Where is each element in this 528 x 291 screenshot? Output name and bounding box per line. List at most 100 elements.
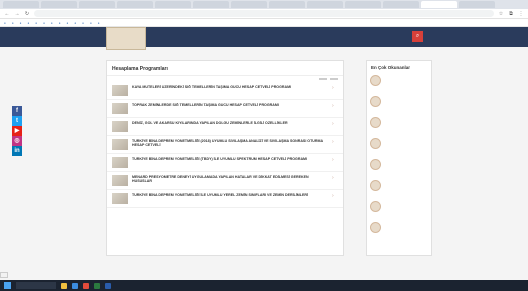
avatar bbox=[370, 138, 381, 149]
address-bar-row: ← → ↻ ☆ ⧉ ⋮ bbox=[0, 9, 528, 19]
item-title[interactable]: KAYA MÜTELERİ ÜZERİNDEKİ SIĞ TEMELLERİN … bbox=[132, 85, 328, 89]
avatar bbox=[370, 75, 381, 86]
item-thumbnail bbox=[112, 121, 128, 132]
word-icon[interactable] bbox=[105, 282, 111, 289]
browser-tab-strip bbox=[0, 0, 528, 9]
browser-tab[interactable] bbox=[41, 1, 77, 8]
bookmark-item[interactable] bbox=[98, 21, 101, 25]
most-read-item[interactable] bbox=[367, 94, 431, 115]
most-read-title: En Çok Okunanlar bbox=[371, 65, 411, 70]
item-thumbnail bbox=[112, 85, 128, 96]
chevron-right-icon: › bbox=[332, 121, 334, 127]
browser-tab[interactable] bbox=[421, 1, 457, 8]
site-logo[interactable] bbox=[106, 27, 146, 50]
bookmark-item[interactable] bbox=[51, 21, 54, 25]
bookmark-item[interactable] bbox=[27, 21, 30, 25]
list-item[interactable]: TÜRKİYE BİNA DEPREM YÖNETMELİĞİ (2018) U… bbox=[107, 136, 343, 154]
browser-tab[interactable] bbox=[345, 1, 381, 8]
browser-tab[interactable] bbox=[383, 1, 419, 8]
item-title[interactable]: TÜRKİYE BİNA DEPREM YÖNETMELİĞİ (TBDY) İ… bbox=[132, 157, 328, 161]
list-item[interactable]: TÜRKİYE BİNA DEPREM YÖNETMELİĞİ İLE UYUM… bbox=[107, 190, 343, 208]
browser-tab[interactable] bbox=[117, 1, 153, 8]
avatar bbox=[370, 222, 381, 233]
address-input[interactable] bbox=[34, 10, 494, 17]
most-read-item[interactable] bbox=[367, 136, 431, 157]
extensions-icon[interactable]: ⧉ bbox=[508, 11, 514, 17]
list-item[interactable]: MENARD PRESYOMETRE DENEYİ UYGULAMADA YAP… bbox=[107, 172, 343, 190]
avatar bbox=[370, 117, 381, 128]
sort-button[interactable] bbox=[319, 78, 327, 80]
list-item[interactable]: TOPRAK ZEMİNLERDE SIĞ TEMELLERİN TAŞIMA … bbox=[107, 100, 343, 118]
most-read-item[interactable] bbox=[367, 73, 431, 94]
youtube-icon[interactable]: ▶ bbox=[12, 126, 22, 136]
taskbar-search-input[interactable] bbox=[16, 282, 56, 289]
status-link-preview bbox=[0, 272, 8, 278]
forward-icon[interactable]: → bbox=[14, 11, 20, 17]
browser-tab[interactable] bbox=[155, 1, 191, 8]
reload-icon[interactable]: ↻ bbox=[24, 11, 30, 17]
item-title[interactable]: TÜRKİYE BİNA DEPREM YÖNETMELİĞİ İLE UYUM… bbox=[132, 193, 328, 197]
back-icon[interactable]: ← bbox=[4, 11, 10, 17]
most-read-item[interactable] bbox=[367, 199, 431, 220]
list-item[interactable]: DENİZ, GÖL VE AKARSU KIYILARINDA YAPILAN… bbox=[107, 118, 343, 136]
most-read-item[interactable] bbox=[367, 178, 431, 199]
bookmark-item[interactable] bbox=[59, 21, 62, 25]
browser-tab[interactable] bbox=[269, 1, 305, 8]
item-title[interactable]: DENİZ, GÖL VE AKARSU KIYILARINDA YAPILAN… bbox=[132, 121, 328, 125]
chrome-icon[interactable] bbox=[83, 282, 89, 289]
star-icon[interactable]: ☆ bbox=[498, 11, 504, 17]
item-thumbnail bbox=[112, 193, 128, 204]
chevron-right-icon: › bbox=[332, 85, 334, 91]
chevron-right-icon: › bbox=[332, 175, 334, 181]
bookmark-item[interactable] bbox=[4, 21, 7, 25]
most-read-item[interactable] bbox=[367, 115, 431, 136]
browser-tab[interactable] bbox=[193, 1, 229, 8]
bookmarks-bar bbox=[0, 19, 528, 27]
chevron-right-icon: › bbox=[332, 157, 334, 163]
bookmark-item[interactable] bbox=[82, 21, 85, 25]
bookmark-item[interactable] bbox=[43, 21, 46, 25]
bookmark-item[interactable] bbox=[74, 21, 77, 25]
page-title: Hesaplama Programları bbox=[107, 61, 343, 76]
list-item[interactable]: TÜRKİYE BİNA DEPREM YÖNETMELİĞİ (TBDY) İ… bbox=[107, 154, 343, 172]
most-read-item[interactable] bbox=[367, 220, 431, 241]
chevron-right-icon: › bbox=[332, 139, 334, 145]
item-title[interactable]: TOPRAK ZEMİNLERDE SIĞ TEMELLERİN TAŞIMA … bbox=[132, 103, 328, 107]
browser-tab[interactable] bbox=[79, 1, 115, 8]
edge-icon[interactable] bbox=[72, 282, 78, 289]
most-read-panel: En Çok Okunanlar bbox=[366, 60, 432, 256]
taskbar bbox=[0, 280, 528, 291]
chevron-right-icon: › bbox=[332, 193, 334, 199]
twitter-icon[interactable]: t bbox=[12, 116, 22, 126]
most-read-item[interactable] bbox=[367, 157, 431, 178]
avatar bbox=[370, 96, 381, 107]
chevron-right-icon: › bbox=[332, 103, 334, 109]
avatar bbox=[370, 180, 381, 191]
bookmark-item[interactable] bbox=[12, 21, 15, 25]
bookmark-item[interactable] bbox=[35, 21, 38, 25]
search-icon[interactable]: ⌕ bbox=[412, 31, 423, 42]
item-thumbnail bbox=[112, 175, 128, 186]
content-panel: Hesaplama Programları KAYA MÜTELERİ ÜZER… bbox=[106, 60, 344, 256]
menu-icon[interactable]: ⋮ bbox=[518, 11, 524, 17]
facebook-icon[interactable]: f bbox=[12, 106, 22, 116]
browser-tab[interactable] bbox=[3, 1, 39, 8]
file-explorer-icon[interactable] bbox=[61, 282, 67, 289]
instagram-icon[interactable]: ◎ bbox=[12, 136, 22, 146]
browser-tab[interactable] bbox=[231, 1, 267, 8]
sort-order-button[interactable] bbox=[330, 78, 338, 80]
item-title[interactable]: TÜRKİYE BİNA DEPREM YÖNETMELİĞİ (2018) U… bbox=[132, 139, 328, 147]
bookmark-item[interactable] bbox=[90, 21, 93, 25]
windows-start-icon[interactable] bbox=[4, 282, 11, 289]
bookmark-item[interactable] bbox=[20, 21, 23, 25]
excel-icon[interactable] bbox=[94, 282, 100, 289]
item-thumbnail bbox=[112, 139, 128, 150]
browser-tab[interactable] bbox=[307, 1, 343, 8]
avatar bbox=[370, 159, 381, 170]
avatar bbox=[370, 201, 381, 212]
item-title[interactable]: MENARD PRESYOMETRE DENEYİ UYGULAMADA YAP… bbox=[132, 175, 328, 183]
list-item[interactable]: KAYA MÜTELERİ ÜZERİNDEKİ SIĞ TEMELLERİN … bbox=[107, 82, 343, 100]
browser-tab[interactable] bbox=[459, 1, 495, 8]
linkedin-icon[interactable]: in bbox=[12, 146, 22, 156]
bookmark-item[interactable] bbox=[67, 21, 70, 25]
